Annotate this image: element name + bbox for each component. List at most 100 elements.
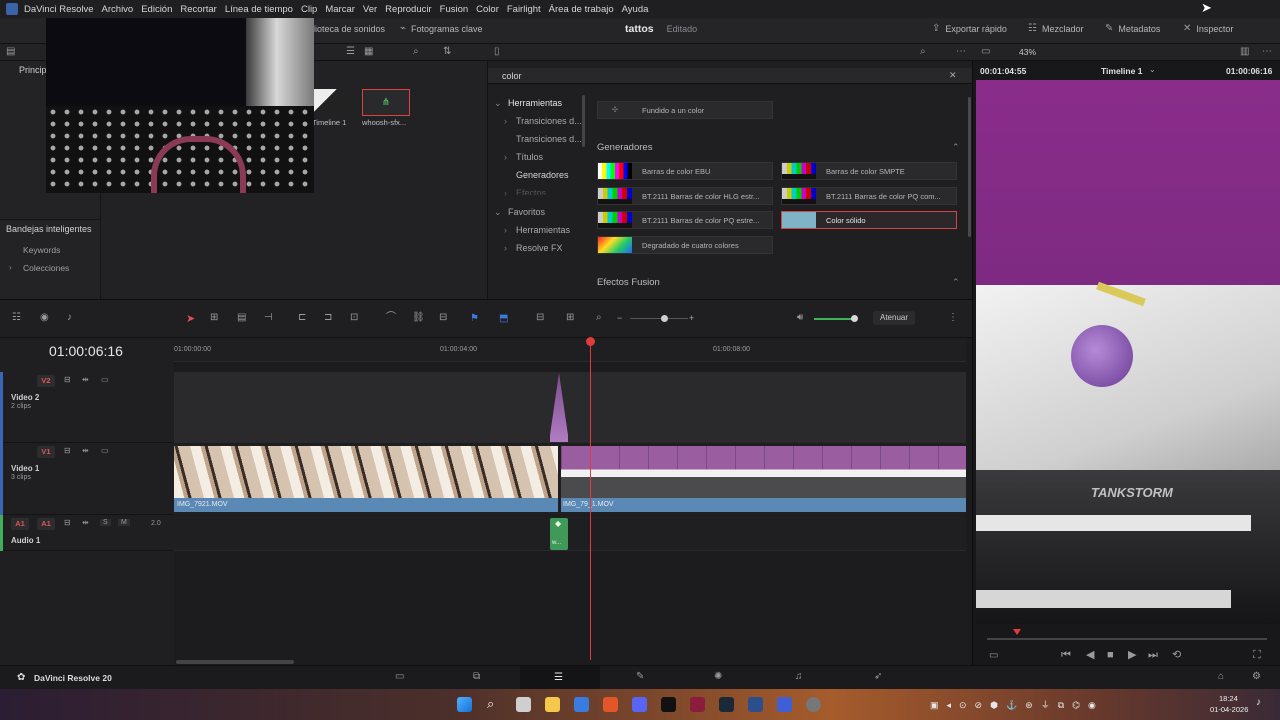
resolve-taskbar-icon[interactable] xyxy=(748,697,763,712)
lock-icon[interactable]: ⊟ xyxy=(439,313,447,323)
lock-icon[interactable]: ⊟ xyxy=(64,447,71,455)
grid-view-icon[interactable]: ▦ xyxy=(364,47,373,57)
chevron-right-icon[interactable]: › xyxy=(504,116,507,126)
chevron-right-icon[interactable]: › xyxy=(9,263,12,272)
effects-search-input[interactable]: color xyxy=(502,71,522,81)
tree-resolve-fx[interactable]: Resolve FX xyxy=(516,243,563,253)
menu-color[interactable]: Color xyxy=(476,4,505,15)
app-icon[interactable] xyxy=(777,697,792,712)
brave-browser-icon[interactable] xyxy=(603,697,618,712)
track-badge-v1[interactable]: V1 xyxy=(37,446,55,458)
zoom-out-icon[interactable]: − xyxy=(617,313,622,323)
track-lane-v2[interactable] xyxy=(174,372,966,443)
viewer-more-icon[interactable]: ⋯ xyxy=(1262,47,1272,57)
snapping-icon[interactable]: ⌒ xyxy=(386,313,396,323)
menu-edicion[interactable]: Edición xyxy=(141,4,178,15)
effect-fundido-a-un-color[interactable]: ✣ Fundido a un color xyxy=(597,101,773,119)
a1-clip-whoosh[interactable]: ◆ w... xyxy=(550,518,568,550)
chevron-down-icon[interactable]: ⌄ xyxy=(494,98,502,109)
tree-fav-herramientas[interactable]: Herramientas xyxy=(516,225,570,235)
sort-icon[interactable]: ⇅ xyxy=(443,47,451,57)
generator-degradado[interactable]: Degradado de cuatro colores xyxy=(597,236,773,254)
notification-bell-icon[interactable]: ♪ xyxy=(1256,697,1261,708)
trim-tool-icon[interactable]: ⊞ xyxy=(210,313,218,323)
insert-clip-icon[interactable]: ⊏ xyxy=(298,313,306,323)
play-reverse-icon[interactable]: ◀ xyxy=(1086,650,1094,661)
play-icon[interactable]: ▶ xyxy=(1128,650,1136,661)
v1-clip-1-bar[interactable]: IMG_7921.MOV xyxy=(174,498,558,512)
v1-clip-1-thumbs[interactable] xyxy=(174,446,558,498)
effects-search-icon[interactable]: ⌕ xyxy=(920,47,926,57)
track-badge-a1-source[interactable]: A1 xyxy=(11,518,29,530)
zoom-custom-icon[interactable]: ⌕ xyxy=(596,313,602,323)
chevron-down-icon[interactable]: ⌄ xyxy=(1149,65,1156,74)
resolve-logo-icon[interactable] xyxy=(6,3,18,15)
tree-generadores[interactable]: Generadores xyxy=(516,170,569,180)
menu-area-de-trabajo[interactable]: Área de trabajo xyxy=(549,4,620,15)
chevron-right-icon[interactable]: › xyxy=(504,152,507,162)
file-explorer-icon[interactable] xyxy=(545,697,560,712)
generator-smpte-bars[interactable]: Barras de color SMPTE xyxy=(781,162,957,180)
zoom-slider[interactable] xyxy=(630,318,688,319)
tree-transiciones-video[interactable]: Transiciones d... xyxy=(516,116,582,126)
zoom-detail-icon[interactable]: ⊞ xyxy=(566,313,574,323)
list-view-icon[interactable]: ☰ xyxy=(346,47,355,57)
auto-select-icon[interactable]: ⇹ xyxy=(82,519,89,527)
timeline-settings-icon[interactable]: ⋮ xyxy=(948,313,958,323)
tree-herramientas[interactable]: Herramientas xyxy=(508,98,562,108)
menu-archivo[interactable]: Archivo xyxy=(102,4,140,15)
replace-clip-icon[interactable]: ⊡ xyxy=(350,313,358,323)
color-page-icon[interactable]: ✺ xyxy=(714,672,722,682)
home-icon[interactable]: ⌂ xyxy=(1218,672,1224,682)
mixer-button[interactable]: ☷ Mezclador xyxy=(1028,24,1083,35)
generator-color-solido[interactable]: Color sólido xyxy=(781,211,957,229)
lock-icon[interactable]: ⊟ xyxy=(64,519,71,527)
clear-search-icon[interactable]: ✕ xyxy=(949,70,957,81)
edit-page-tab[interactable]: ☰ xyxy=(520,666,600,690)
viewer-frame[interactable]: TANKSTORM xyxy=(976,80,1280,624)
generator-bt2111-pq-com[interactable]: BT.2111 Barras de color PQ com... xyxy=(781,187,957,205)
search-icon[interactable]: ⌕ xyxy=(413,47,419,57)
volume-slider[interactable] xyxy=(814,318,856,320)
menu-ver[interactable]: Ver xyxy=(363,4,383,15)
blade-tool-icon[interactable]: ⊣ xyxy=(264,313,273,323)
track-visibility-icon[interactable]: ▭ xyxy=(101,447,109,455)
settings-gear-icon[interactable]: ⚙ xyxy=(1252,672,1261,682)
clip-thumb-whoosh[interactable]: ⋔ xyxy=(362,89,410,116)
obs-icon[interactable] xyxy=(806,697,821,712)
timeline-view-options-icon[interactable]: ☷ xyxy=(12,313,21,323)
generator-ebu-bars[interactable]: Barras de color EBU xyxy=(597,162,773,180)
viewer-layout-icon[interactable]: ▭ xyxy=(981,47,990,57)
menu-clip[interactable]: Clip xyxy=(301,4,323,15)
deliver-page-icon[interactable]: ➶ xyxy=(874,672,882,682)
store-icon[interactable] xyxy=(574,697,589,712)
mute-button[interactable]: M xyxy=(118,519,130,526)
cut-page-icon[interactable]: ⧉ xyxy=(473,672,480,682)
tree-efectos[interactable]: Efectos xyxy=(516,188,546,195)
skip-back-icon[interactable]: ⏮ xyxy=(1061,650,1071,661)
flag-icon[interactable]: ⚑ xyxy=(470,313,479,324)
menu-davinci[interactable]: DaVinci Resolve xyxy=(24,4,100,15)
dual-viewer-icon[interactable]: ▥ xyxy=(1240,47,1249,57)
scrubber-playhead[interactable] xyxy=(1013,629,1021,635)
collapse-icon[interactable]: ⌃ xyxy=(952,277,960,288)
steam-icon[interactable] xyxy=(719,697,734,712)
media-page-icon[interactable]: ▭ xyxy=(395,672,404,682)
keyframes-button[interactable]: ⌁ Fotogramas clave xyxy=(400,24,483,35)
zoom-in-icon[interactable]: + xyxy=(689,313,694,323)
zoom-full-icon[interactable]: ⊟ xyxy=(536,313,544,323)
timeline-h-scrollbar[interactable] xyxy=(176,660,294,664)
timeline-ruler[interactable]: 01:00:00:00 01:00:04:00 01:00:08:00 xyxy=(174,338,966,362)
dynamic-trim-icon[interactable]: ▤ xyxy=(237,313,246,323)
track-visibility-icon[interactable]: ▭ xyxy=(101,376,109,384)
menu-fairlight[interactable]: Fairlight xyxy=(507,4,547,15)
track-badge-a1[interactable]: A1 xyxy=(37,518,55,530)
viewer-scrubber[interactable] xyxy=(987,638,1267,640)
v1-clip-2-thumbs[interactable] xyxy=(561,446,966,498)
clip-thumb-timeline[interactable] xyxy=(312,89,348,115)
epic-games-icon[interactable] xyxy=(661,697,676,712)
menu-marcar[interactable]: Marcar xyxy=(325,4,361,15)
selection-tool-icon[interactable]: ➤ xyxy=(186,312,195,325)
app-icon[interactable] xyxy=(690,697,705,712)
loop-icon[interactable]: ⟲ xyxy=(1172,650,1181,661)
